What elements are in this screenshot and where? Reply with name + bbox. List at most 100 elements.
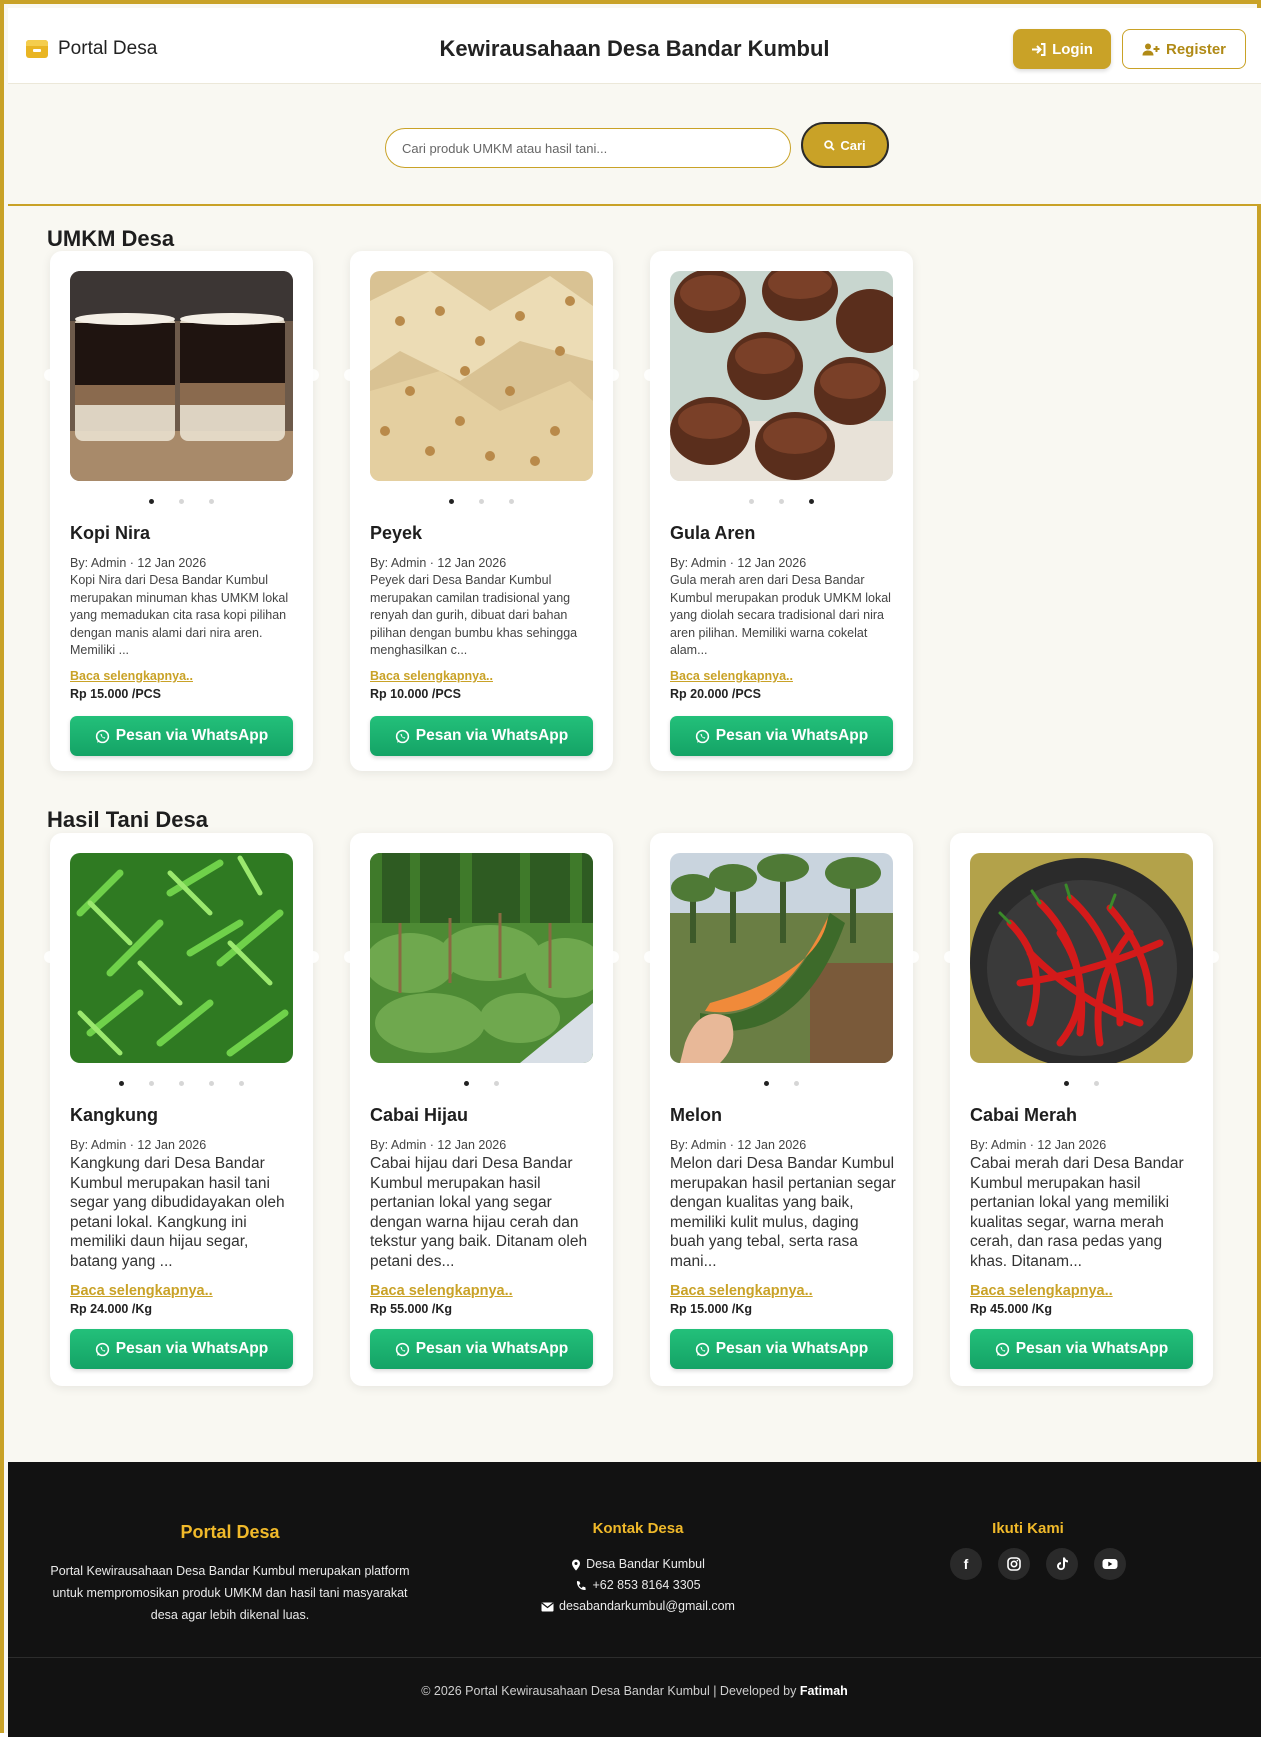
carousel-prev-button[interactable]	[644, 369, 656, 381]
carousel-dot[interactable]	[494, 1081, 499, 1086]
carousel-dot[interactable]	[479, 499, 484, 504]
carousel-dot[interactable]	[1094, 1081, 1099, 1086]
product-image[interactable]	[370, 853, 593, 1063]
product-card-cabai-merah: Cabai Merah By: Admin · 12 Jan 2026 Caba…	[944, 833, 1219, 1386]
section-title-umkm: UMKM Desa	[47, 226, 175, 251]
carousel-dot[interactable]	[809, 499, 814, 504]
carousel-indicators	[370, 499, 593, 507]
carousel-dot[interactable]	[764, 1081, 769, 1086]
search-icon	[824, 139, 835, 151]
product-description: Peyek dari Desa Bandar Kumbul merupakan …	[370, 573, 578, 657]
section-title-hasil-tani: Hasil Tani Desa	[47, 807, 208, 832]
read-more-link[interactable]: Baca selengkapnya..	[670, 669, 793, 683]
carousel-dot[interactable]	[149, 499, 154, 504]
carousel-dot[interactable]	[464, 1081, 469, 1086]
whatsapp-order-button[interactable]: Pesan via WhatsApp	[670, 1329, 893, 1369]
footer-copyright: © 2026 Portal Kewirausahaan Desa Bandar …	[8, 1684, 1261, 1698]
whatsapp-order-button[interactable]: Pesan via WhatsApp	[70, 1329, 293, 1369]
product-title: Kopi Nira	[70, 523, 151, 543]
contact-phone-text: +62 853 8164 3305	[592, 1578, 701, 1592]
carousel-dot[interactable]	[509, 499, 514, 504]
iced-coffee-photo-icon	[70, 271, 293, 481]
carousel-next-button[interactable]	[607, 951, 619, 963]
register-button[interactable]: Register	[1122, 29, 1246, 69]
chili-field-photo-icon	[370, 853, 593, 1063]
carousel-next-button[interactable]	[607, 369, 619, 381]
carousel-prev-button[interactable]	[944, 951, 956, 963]
product-image[interactable]	[970, 853, 1193, 1063]
product-image[interactable]	[70, 271, 293, 481]
whatsapp-order-button[interactable]: Pesan via WhatsApp	[670, 716, 893, 756]
product-image[interactable]	[670, 271, 893, 481]
product-card-kangkung: Kangkung By: Admin · 12 Jan 2026 Kangkun…	[44, 833, 319, 1386]
carousel-dot[interactable]	[209, 499, 214, 504]
carousel-dot[interactable]	[749, 499, 754, 504]
product-card-peyek: Peyek By: Admin · 12 Jan 2026 Peyek dari…	[344, 251, 619, 771]
login-button[interactable]: Login	[1013, 29, 1111, 69]
read-more-link[interactable]: Baca selengkapnya..	[970, 1283, 1113, 1299]
product-price: Rp 24.000 /Kg	[70, 1302, 152, 1316]
carousel-dot[interactable]	[449, 499, 454, 504]
carousel-dot[interactable]	[119, 1081, 124, 1086]
carousel-next-button[interactable]	[307, 369, 319, 381]
whatsapp-icon	[695, 1342, 709, 1356]
carousel-indicators	[370, 1081, 593, 1089]
carousel-prev-button[interactable]	[344, 951, 356, 963]
contact-phone[interactable]: +62 853 8164 3305	[478, 1575, 798, 1596]
carousel-prev-button[interactable]	[644, 951, 656, 963]
tiktok-icon[interactable]	[1046, 1548, 1078, 1580]
carousel-next-button[interactable]	[307, 951, 319, 963]
carousel-next-button[interactable]	[907, 951, 919, 963]
map-pin-icon	[572, 1559, 581, 1570]
read-more-link[interactable]: Baca selengkapnya..	[370, 669, 493, 683]
product-description: Melon dari Desa Bandar Kumbul merupakan …	[670, 1155, 896, 1270]
brand-link[interactable]: Portal Desa	[26, 38, 157, 60]
carousel-dot[interactable]	[794, 1081, 799, 1086]
product-description: Gula merah aren dari Desa Bandar Kumbul …	[670, 573, 891, 657]
whatsapp-icon	[395, 729, 409, 743]
carousel-dot[interactable]	[149, 1081, 154, 1086]
carousel-dot[interactable]	[779, 499, 784, 504]
product-image[interactable]	[70, 853, 293, 1063]
carousel-indicators	[670, 499, 893, 507]
search-button[interactable]: Cari	[801, 122, 889, 168]
product-meta: By: Admin · 12 Jan 2026	[70, 1138, 207, 1152]
instagram-icon[interactable]	[998, 1548, 1030, 1580]
youtube-icon[interactable]	[1094, 1548, 1126, 1580]
site-footer: Portal Desa Portal Kewirausahaan Desa Ba…	[8, 1462, 1261, 1737]
whatsapp-button-label: Pesan via WhatsApp	[715, 1340, 869, 1357]
product-price: Rp 10.000 /PCS	[370, 687, 462, 701]
search-input[interactable]	[385, 128, 791, 168]
carousel-dot[interactable]	[209, 1081, 214, 1086]
carousel-dot[interactable]	[179, 1081, 184, 1086]
product-description: Cabai merah dari Desa Bandar Kumbul meru…	[970, 1155, 1184, 1270]
product-image[interactable]	[370, 271, 593, 481]
contact-email[interactable]: desabandarkumbul@gmail.com	[478, 1596, 798, 1617]
search-button-label: Cari	[840, 137, 866, 153]
carousel-dot[interactable]	[239, 1081, 244, 1086]
product-price: Rp 20.000 /PCS	[670, 687, 762, 701]
read-more-link[interactable]: Baca selengkapnya..	[70, 669, 193, 683]
whatsapp-button-label: Pesan via WhatsApp	[115, 1340, 269, 1357]
facebook-icon[interactable]: f	[950, 1548, 982, 1580]
carousel-next-button[interactable]	[1207, 951, 1219, 963]
palm-sugar-photo-icon	[670, 271, 893, 481]
whatsapp-order-button[interactable]: Pesan via WhatsApp	[70, 716, 293, 756]
read-more-link[interactable]: Baca selengkapnya..	[670, 1283, 813, 1299]
carousel-prev-button[interactable]	[44, 369, 56, 381]
whatsapp-order-button[interactable]: Pesan via WhatsApp	[370, 716, 593, 756]
carousel-indicators	[70, 499, 293, 507]
whatsapp-order-button[interactable]: Pesan via WhatsApp	[970, 1329, 1193, 1369]
developer-name: Fatimah	[799, 1684, 848, 1698]
carousel-dot[interactable]	[179, 499, 184, 504]
footer-about-text: Portal Kewirausahaan Desa Bandar Kumbul …	[50, 1564, 410, 1622]
read-more-link[interactable]: Baca selengkapnya..	[70, 1283, 213, 1299]
carousel-next-button[interactable]	[907, 369, 919, 381]
product-image[interactable]	[670, 853, 893, 1063]
whatsapp-order-button[interactable]: Pesan via WhatsApp	[370, 1329, 593, 1369]
product-title: Peyek	[370, 523, 423, 543]
carousel-prev-button[interactable]	[344, 369, 356, 381]
carousel-prev-button[interactable]	[44, 951, 56, 963]
carousel-dot[interactable]	[1064, 1081, 1069, 1086]
read-more-link[interactable]: Baca selengkapnya..	[370, 1283, 513, 1299]
